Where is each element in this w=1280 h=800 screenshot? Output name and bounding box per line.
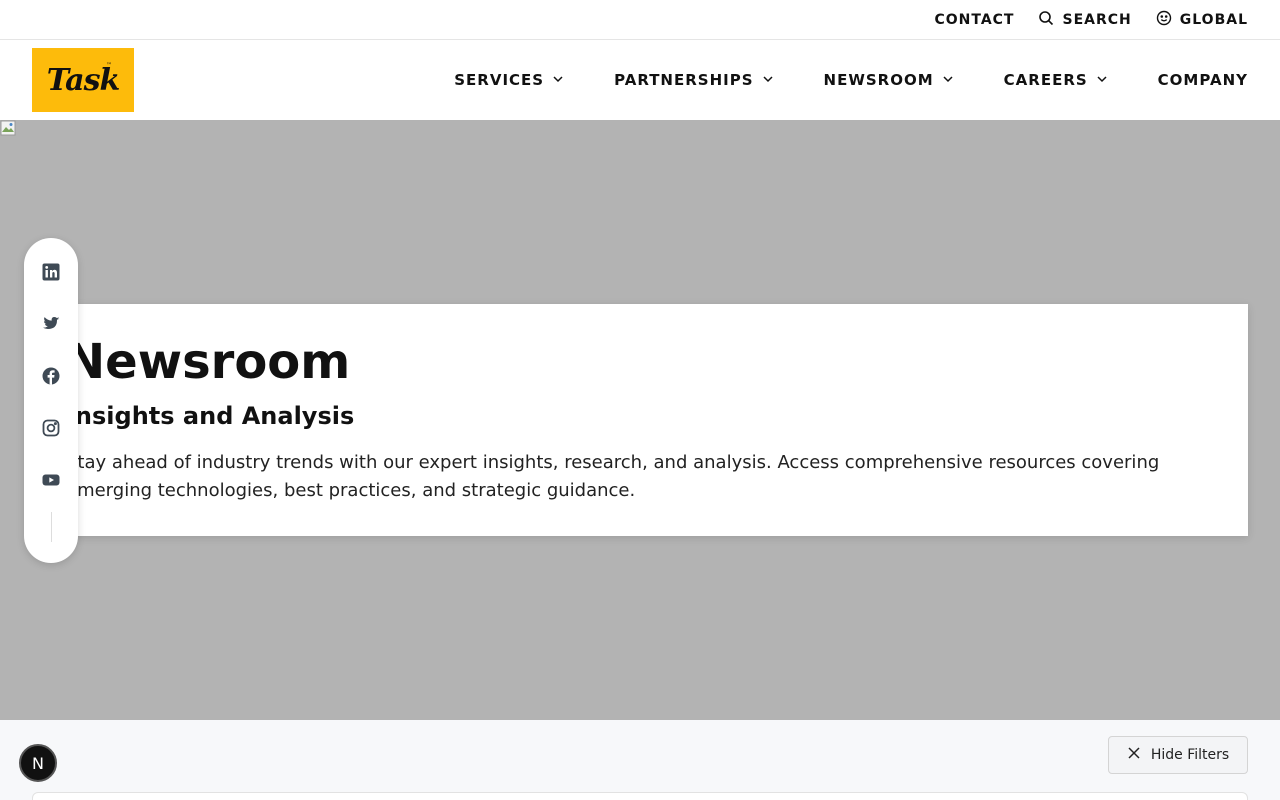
facebook-icon[interactable] [41, 366, 61, 386]
nav-item-careers[interactable]: CAREERS [1004, 71, 1108, 89]
contact-link[interactable]: CONTACT [934, 12, 1014, 28]
smiley-icon [1156, 10, 1172, 30]
nav-label-partnerships: PARTNERSHIPS [614, 71, 754, 89]
nav-item-newsroom[interactable]: NEWSROOM [824, 71, 954, 89]
nav-label-services: SERVICES [454, 71, 545, 89]
search-link[interactable]: SEARCH [1038, 10, 1131, 30]
chevron-down-icon [762, 71, 774, 89]
nav-label-careers: CAREERS [1003, 71, 1088, 89]
logo-trademark: ™ [106, 62, 112, 69]
nav-item-company[interactable]: COMPANY [1158, 71, 1248, 89]
page-title: Newsroom [65, 334, 351, 390]
global-label: GLOBAL [1179, 11, 1248, 28]
nav-label-newsroom: NEWSROOM [823, 71, 934, 89]
nav-label-company: COMPANY [1157, 71, 1248, 89]
global-link[interactable]: GLOBAL [1156, 10, 1248, 30]
linkedin-icon[interactable] [41, 262, 61, 282]
content-panel [32, 792, 1248, 800]
page-description: Stay ahead of industry trends with our e… [66, 452, 1160, 501]
page-subtitle: Insights and Analysis [66, 402, 355, 430]
close-icon [1127, 746, 1141, 764]
filters-section: Hide Filters [0, 720, 1280, 800]
utility-bar: CONTACT SEARCH GLOBAL [0, 0, 1280, 40]
search-icon [1038, 10, 1054, 30]
chevron-down-icon [552, 71, 564, 89]
hero-banner: Newsroom Insights and Analysis Stay ahea… [0, 120, 1280, 720]
hero-card: Newsroom Insights and Analysis Stay ahea… [32, 304, 1248, 536]
nav-items: SERVICES PARTNERSHIPS NEWSROOM CAREERS C… [454, 40, 1248, 120]
nav-item-services[interactable]: SERVICES [454, 71, 564, 89]
chevron-down-icon [1096, 71, 1108, 89]
twitter-icon[interactable] [41, 314, 61, 334]
rail-divider [51, 512, 52, 542]
youtube-icon[interactable] [41, 470, 61, 490]
hide-filters-label: Hide Filters [1150, 747, 1230, 763]
instagram-icon[interactable] [41, 418, 61, 438]
hide-filters-button[interactable]: Hide Filters [1108, 736, 1248, 774]
broken-image-icon [0, 120, 16, 136]
search-label: SEARCH [1062, 11, 1132, 28]
nav-item-partnerships[interactable]: PARTNERSHIPS [614, 71, 773, 89]
main-nav: Task ™ SERVICES PARTNERSHIPS NEWSROOM CA… [0, 40, 1280, 120]
contact-label: CONTACT [934, 11, 1015, 28]
badge-letter: N [32, 753, 44, 773]
logo[interactable]: Task ™ [32, 48, 134, 112]
chevron-down-icon [942, 71, 954, 89]
nextjs-badge[interactable]: N [19, 744, 57, 782]
utility-links: CONTACT SEARCH GLOBAL [934, 0, 1248, 39]
